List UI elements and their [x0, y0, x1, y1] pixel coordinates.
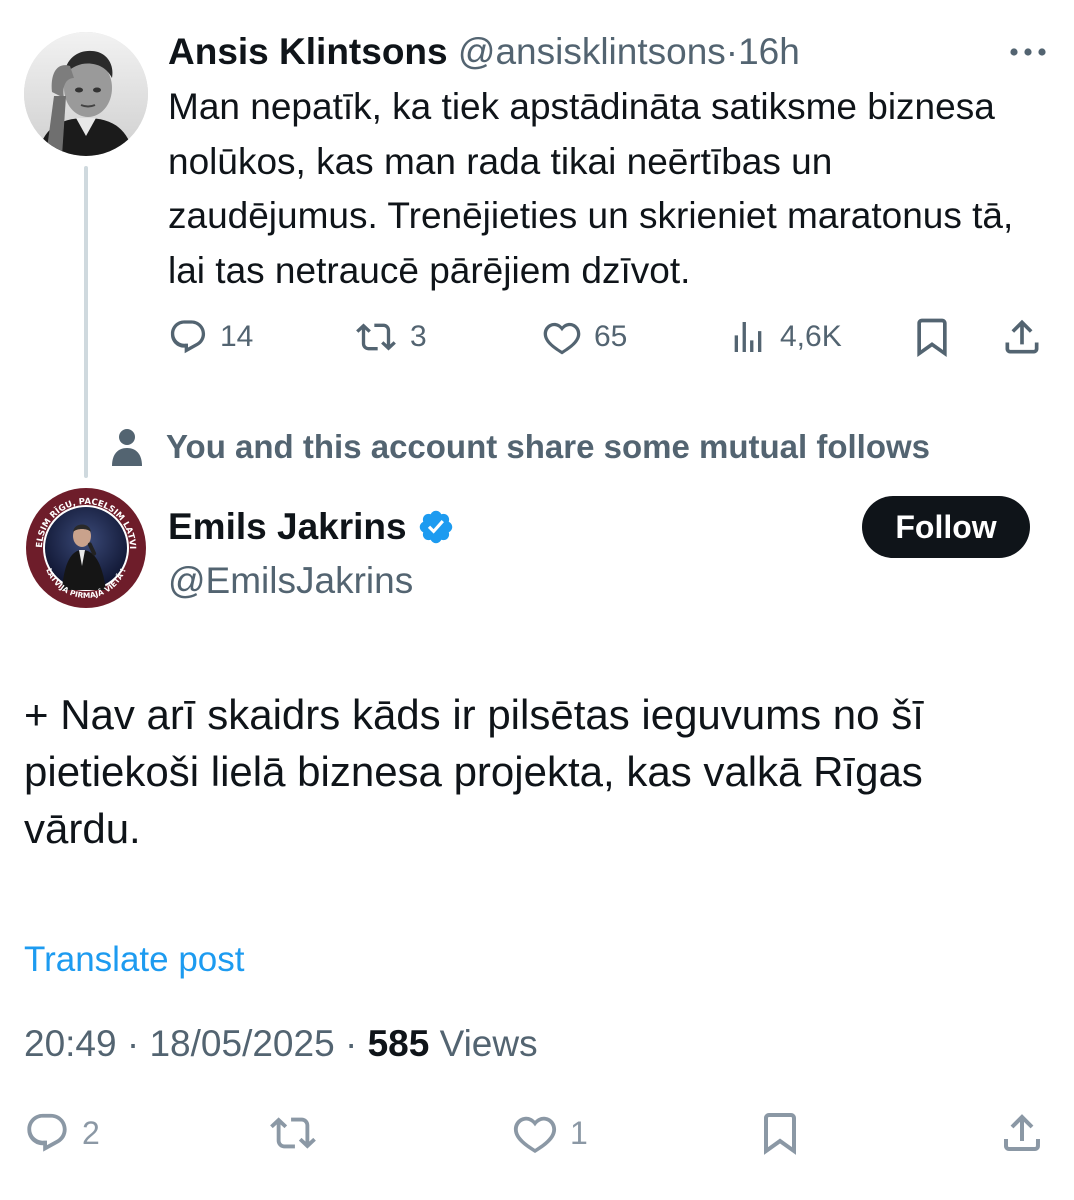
parent-author-avatar[interactable]	[24, 32, 148, 156]
share-button[interactable]	[1000, 310, 1044, 364]
repost-arrows-icon	[270, 1117, 316, 1149]
bookmark-icon	[917, 318, 947, 358]
translate-post-link[interactable]: Translate post	[24, 936, 244, 984]
parent-actions-bar: 14 3 65 4,6K	[168, 310, 1048, 364]
share-upload-icon	[1005, 319, 1039, 354]
meta-separator: ·	[344, 1023, 358, 1064]
parent-tweet-header: Ansis Klintsons @ansisklintsons·16h	[168, 26, 800, 78]
post-views-label: Views	[439, 1023, 538, 1064]
more-dots-icon[interactable]	[1006, 36, 1050, 66]
analytics-bars-icon	[734, 322, 762, 352]
reply-button[interactable]: 14	[168, 310, 253, 364]
bookmark-icon	[764, 1113, 796, 1155]
header-separator: ·	[725, 31, 739, 72]
follow-button[interactable]: Follow	[862, 496, 1030, 558]
main-author-handle[interactable]: @EmilsJakrins	[168, 555, 413, 607]
main-like-button[interactable]: 1	[512, 1106, 588, 1160]
main-author-name[interactable]: Emils Jakrins	[168, 506, 407, 548]
mutual-follows-text: You and this account share some mutual f…	[166, 428, 931, 465]
reply-bubble-icon	[170, 320, 206, 354]
repost-button[interactable]: 3	[354, 310, 427, 364]
meta-separator: ·	[126, 1023, 140, 1064]
parent-post-time[interactable]: 16h	[738, 31, 800, 72]
main-bookmark-button[interactable]	[756, 1106, 804, 1160]
main-tweet-text: + Nav arī skaidrs kāds ir pilsētas ieguv…	[24, 691, 924, 852]
post-meta: 20:49 · 18/05/2025 · 585 Views	[24, 1018, 538, 1070]
repost-count: 3	[410, 320, 427, 353]
person-icon	[112, 429, 142, 466]
share-upload-icon	[1004, 1114, 1040, 1151]
parent-tweet-text: Man nepatīk, ka tiek apstādināta satiksm…	[168, 86, 1014, 291]
thread-line	[84, 166, 88, 478]
bookmark-button[interactable]	[910, 310, 954, 364]
main-actions-bar: 2 1	[24, 1106, 1054, 1162]
mutual-follows-notice: You and this account share some mutual f…	[110, 420, 930, 474]
main-reply-button[interactable]: 2	[24, 1106, 100, 1160]
heart-icon	[543, 322, 581, 355]
main-author-row: Emils Jakrins	[168, 500, 455, 554]
post-time[interactable]: 20:49	[24, 1023, 117, 1064]
parent-author-handle[interactable]: @ansisklintsons	[458, 31, 726, 72]
like-count: 65	[594, 320, 628, 353]
parent-author-name[interactable]: Ansis Klintsons	[168, 31, 448, 72]
views-count: 4,6K	[780, 320, 842, 353]
post-views-count: 585	[367, 1023, 430, 1064]
heart-icon	[513, 1116, 557, 1153]
main-like-count: 1	[570, 1114, 588, 1151]
main-reply-count: 2	[82, 1114, 100, 1151]
avatar-badge: PACELSIM RĪGU, PACELSIM LATVIJU ! LATVIJ…	[24, 486, 148, 610]
views-button[interactable]: 4,6K	[728, 310, 842, 364]
main-repost-button[interactable]	[268, 1106, 318, 1160]
post-date[interactable]: 18/05/2025	[149, 1023, 334, 1064]
reply-count: 14	[220, 320, 254, 353]
reply-bubble-icon	[27, 1113, 67, 1152]
avatar-photo	[24, 32, 148, 156]
repost-arrows-icon	[356, 323, 396, 351]
verified-badge-icon[interactable]	[417, 508, 455, 546]
like-button[interactable]: 65	[542, 310, 627, 364]
main-author-avatar[interactable]: PACELSIM RĪGU, PACELSIM LATVIJU ! LATVIJ…	[24, 486, 148, 610]
main-share-button[interactable]	[998, 1106, 1046, 1160]
